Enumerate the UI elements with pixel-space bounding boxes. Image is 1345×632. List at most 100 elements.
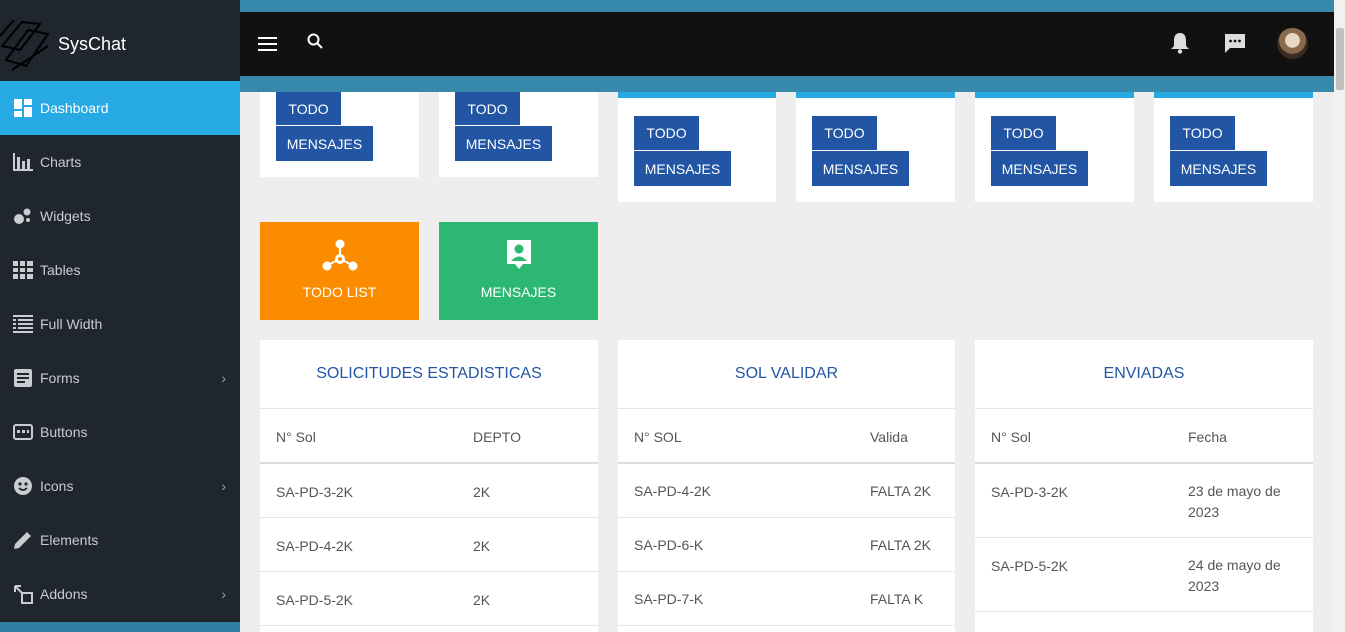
todo-button[interactable]: TODO [1170,116,1235,150]
sidebar-item-dashboard[interactable]: Dashboard [0,81,240,135]
table-cell: SA-PD-6-K [634,537,704,553]
column-header: N° SOL [634,429,682,445]
table-cell: SA-PD-7-K [634,591,704,607]
sol-validar-panel: SOL VALIDAR N° SOL Valida SA-PD-4-2K FAL… [618,340,955,632]
hub-icon [322,239,357,271]
todo-button[interactable]: TODO [455,92,520,125]
sidebar-item-label: Elements [40,532,99,548]
sidebar-item-buttons[interactable]: Buttons [0,405,240,459]
bubbles-icon [12,205,34,227]
card-accent-strip [796,92,955,98]
column-header: Fecha [1188,429,1227,445]
logo-icon [0,19,50,71]
mensajes-tile[interactable]: MENSAJES [439,222,598,320]
contact-icon [506,240,531,269]
todo-button[interactable]: TODO [276,92,341,125]
scrollbar-thumb[interactable] [1336,28,1344,90]
hamburger-icon[interactable] [258,37,277,51]
tile-label: MENSAJES [480,284,557,300]
chat-icon[interactable] [1224,33,1246,55]
todo-mensajes-card: TODO MENSAJES [618,92,776,202]
sidebar-item-elements[interactable]: Elements [0,513,240,567]
table-cell: 2K [473,484,491,500]
table-cell: 2K [473,538,491,554]
sidebar-item-icons[interactable]: Icons › [0,459,240,513]
table-row[interactable]: SA-PD-7-K FALTA K [618,572,955,626]
panel-title: SOLICITUDES ESTADISTICAS [260,340,598,409]
bell-icon[interactable] [1170,32,1190,54]
table-row[interactable]: SA-PD-5-2K 2K [260,572,598,626]
todo-mensajes-card: TODO MENSAJES [975,92,1134,202]
column-header: N° Sol [276,429,316,445]
mensajes-button[interactable]: MENSAJES [455,126,552,161]
sidebar-item-full-width[interactable]: Full Width [0,297,240,351]
todo-button[interactable]: TODO [634,116,699,150]
mensajes-button[interactable]: MENSAJES [276,126,373,161]
sidebar-footer-strip [0,622,240,632]
sidebar-item-label: Full Width [40,316,103,332]
mensajes-button[interactable]: MENSAJES [634,151,731,186]
chevron-right-icon: › [221,478,226,494]
sidebar-item-forms[interactable]: Forms › [0,351,240,405]
solicitudes-estadisticas-panel: SOLICITUDES ESTADISTICAS N° Sol DEPTO SA… [260,340,598,632]
table-cell: 23 de mayo de 2023 [1188,483,1281,520]
todo-button[interactable]: TODO [812,116,877,150]
table-cell: 24 de mayo de 2023 [1188,557,1281,594]
todo-mensajes-card: TODO MENSAJES [796,92,955,202]
sidebar-item-label: Buttons [40,424,88,440]
todo-mensajes-card: TODO MENSAJES [439,92,598,177]
tile-label: TODO LIST [302,284,377,300]
table-cell: SA-PD-4-2K [276,538,354,554]
table-cell: SA-PD-4-2K [634,483,712,499]
todo-button[interactable]: TODO [991,116,1056,150]
panel-title: SOL VALIDAR [618,340,955,409]
avatar[interactable] [1277,28,1308,59]
table-header-row: N° SOL Valida [618,409,955,464]
todo-list-tile[interactable]: TODO LIST [260,222,419,320]
table-cell: SA-PD-3-2K [276,484,354,500]
sidebar-item-label: Icons [40,478,74,494]
brand[interactable]: SysChat [0,0,240,92]
card-accent-strip [975,92,1134,98]
table-row[interactable]: SA-PD-4-2K 2K [260,518,598,572]
scrollbar-track[interactable] [1334,0,1345,632]
sidebar-nav: Dashboard Charts Widgets Tables Full Wid… [0,81,240,621]
table-cell: SA-PD-5-2K [276,592,354,608]
mensajes-button[interactable]: MENSAJES [812,151,909,186]
list-view-icon [12,313,34,335]
table-row[interactable]: SA-PD-6-K FALTA 2K [618,518,955,572]
todo-mensajes-card: TODO MENSAJES [1154,92,1313,202]
card-accent-strip [618,92,776,98]
todo-mensajes-card: TODO MENSAJES [260,92,419,177]
form-icon [12,367,34,389]
table-row[interactable]: SA-PD-3-2K 2K [260,464,598,518]
table-row[interactable]: SA-PD-5-2K 24 de mayo de 2023 [975,538,1313,612]
sidebar-item-label: Dashboard [40,100,109,116]
chevron-right-icon: › [221,586,226,602]
mensajes-button[interactable]: MENSAJES [991,151,1088,186]
mensajes-button[interactable]: MENSAJES [1170,151,1267,186]
sidebar-item-widgets[interactable]: Widgets [0,189,240,243]
sidebar-item-tables[interactable]: Tables [0,243,240,297]
table-row[interactable]: SA-PD-4-2K FALTA 2K [618,464,955,518]
card-accent-strip [1154,92,1313,98]
brand-name: SysChat [58,34,127,54]
sidebar-item-label: Addons [40,586,88,602]
topbar [240,12,1334,76]
sidebar-item-label: Tables [40,262,81,278]
table-header-row: N° Sol DEPTO [260,409,598,464]
column-header: DEPTO [473,429,521,445]
sidebar-item-charts[interactable]: Charts [0,135,240,189]
search-icon[interactable] [307,33,323,49]
table-cell: FALTA 2K [870,483,931,499]
face-icon [12,475,34,497]
sidebar-item-addons[interactable]: Addons › [0,567,240,621]
chevron-right-icon: › [221,370,226,386]
dashboard-icon [12,97,34,119]
panel-title: ENVIADAS [975,340,1313,409]
pencil-icon [12,529,34,551]
bar-chart-icon [12,151,34,173]
table-row[interactable]: SA-PD-3-2K 23 de mayo de 2023 [975,464,1313,538]
sidebar-item-label: Widgets [40,208,91,224]
button-icon [12,421,34,443]
